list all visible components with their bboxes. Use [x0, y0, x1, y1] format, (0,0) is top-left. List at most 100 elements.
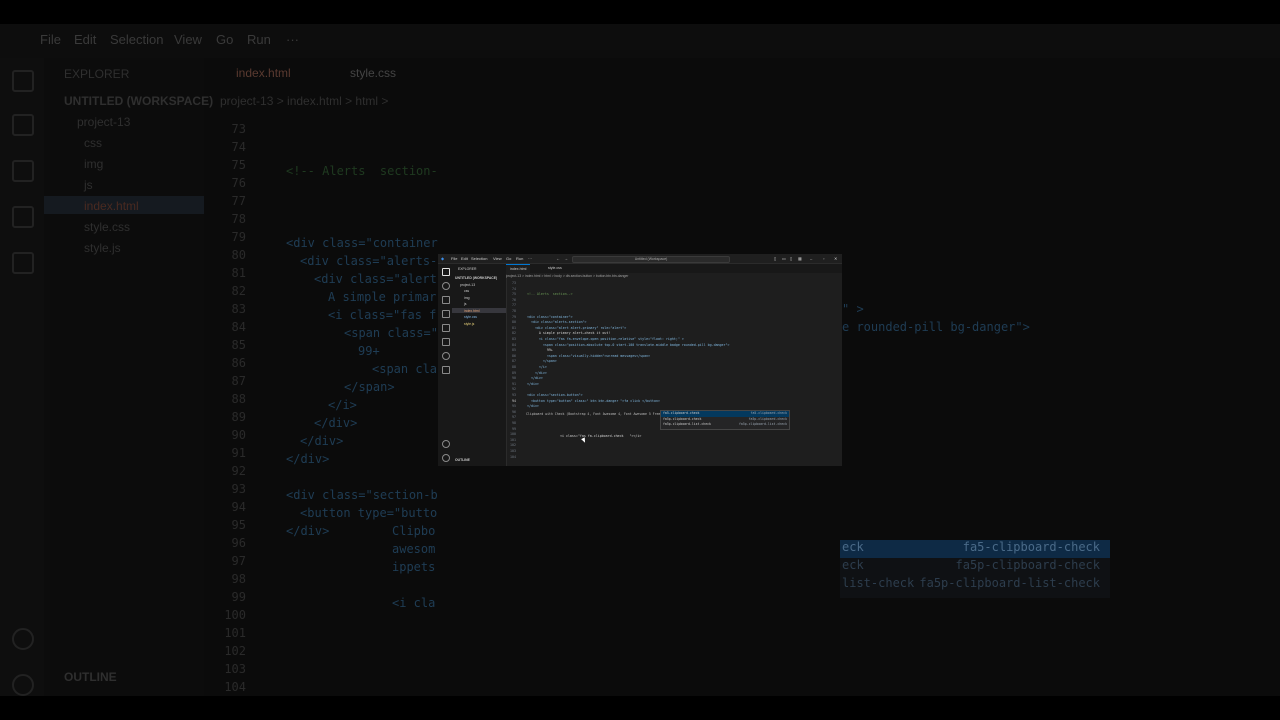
bg-code-fragment: <span class=" [344, 326, 438, 340]
breadcrumb[interactable]: project-13 > index.html > html > body > … [506, 274, 628, 280]
run-debug-icon [12, 206, 34, 228]
bg-code-fragment: ippets [392, 560, 436, 574]
bg-menu-selection: Selection [110, 32, 164, 47]
vscode-logo-icon: ◆ [441, 256, 445, 261]
bg-line-number: 97 [231, 554, 246, 568]
bg-suggestion: eck fa5p-clipboard-check [842, 558, 1100, 572]
layout-panel-icon[interactable]: ▭ [782, 256, 786, 261]
code-line: </div> [527, 404, 539, 409]
autocomplete-item[interactable]: fa5p-clipboard-list-check fa5p-clipboard-… [661, 422, 789, 428]
bg-code-fragment: <i cla [392, 596, 436, 610]
line-number: 93 [512, 393, 516, 397]
source-control-icon [12, 160, 34, 182]
bg-tree-item: project-13 [77, 115, 131, 129]
bg-line-number: 96 [231, 536, 246, 550]
remote-explorer-icon[interactable] [442, 338, 450, 346]
bg-line-number: 85 [231, 338, 246, 352]
bg-code-right: e rounded-pill bg-danger"> [842, 320, 1030, 334]
bg-code-fragment: A simple primar [328, 290, 437, 304]
bg-sidebar [44, 58, 204, 696]
layout-split-icon[interactable]: ▯ [790, 256, 792, 261]
line-number: 77 [512, 303, 516, 308]
extensions-icon[interactable] [442, 324, 450, 332]
line-number: 76 [512, 297, 516, 302]
menu-view[interactable]: View [493, 256, 502, 261]
bg-code-fragment: awesom [392, 542, 436, 556]
bg-suggestion: eck fa5-clipboard-check [840, 540, 1110, 558]
line-number: 83 [512, 337, 516, 341]
outline-section[interactable]: OUTLINE [455, 458, 470, 462]
bg-tree-item: style.js [84, 241, 121, 255]
menu-go[interactable]: Go [506, 256, 511, 261]
customize-layout-icon[interactable]: ▦ [798, 256, 802, 261]
code-line: 99+ [527, 348, 553, 353]
tree-folder-project[interactable]: project-13 [460, 283, 475, 287]
run-debug-icon[interactable] [442, 310, 450, 318]
bg-menu-go: Go [216, 32, 234, 47]
bg-code-fragment: </div> [300, 434, 344, 448]
line-number: 92 [512, 387, 516, 392]
settings-gear-icon[interactable] [442, 454, 450, 462]
line-number: 101 [510, 437, 516, 442]
code-line: <button type="button" class=" btn btn-da… [527, 398, 660, 403]
layout-sidebar-icon[interactable]: ▯ [774, 256, 776, 261]
bg-code-fragment: <!-- Alerts section- [286, 164, 438, 178]
menu-selection[interactable]: Selection [471, 256, 487, 261]
bg-line-number: 102 [224, 644, 246, 658]
line-number: 78 [512, 309, 516, 313]
workspace-title[interactable]: UNTITLED (WORKSPACE) [455, 276, 497, 280]
menu-edit[interactable]: Edit [461, 256, 468, 261]
bg-line-number: 98 [231, 572, 246, 586]
line-number: 80 [512, 320, 516, 325]
bg-code-fragment: <div class="alert [314, 272, 437, 286]
files-icon[interactable] [442, 268, 450, 276]
line-number: 104 [510, 454, 516, 459]
tree-file-style-css[interactable]: style.css [464, 315, 477, 319]
code-line: </div> [527, 381, 539, 386]
line-number: 91 [512, 381, 516, 386]
menu-file[interactable]: File [451, 256, 457, 261]
tree-folder-js[interactable]: js [464, 302, 466, 306]
bg-line-number: 77 [231, 194, 246, 208]
tree-file-index[interactable]: index.html [464, 309, 479, 313]
bg-menu-run: Run [247, 32, 271, 47]
menu-run[interactable]: Run [516, 256, 523, 261]
docker-icon[interactable] [442, 366, 450, 374]
line-number: 90 [512, 376, 516, 381]
code-line: </div> [527, 376, 543, 381]
tree-file-style-js[interactable]: style.js [464, 322, 474, 326]
suggestion-detail: Clipboard with Check (Bootstrap 4, Font … [526, 412, 693, 416]
line-number: 73 [512, 281, 516, 285]
forward-arrow-icon[interactable]: → [564, 256, 568, 261]
bg-explorer-title: EXPLORER [64, 67, 130, 81]
line-number: 87 [512, 359, 516, 364]
bg-line-number: 78 [231, 212, 246, 226]
tab-style-css[interactable]: style.css [544, 264, 566, 273]
autocomplete-list[interactable]: fa5-clipboard-check fa5-clipboard-check f… [660, 410, 790, 430]
bg-line-number: 103 [224, 662, 246, 676]
tree-folder-css[interactable]: css [464, 289, 469, 293]
back-arrow-icon[interactable]: ← [556, 256, 560, 261]
code-line: <span class="position-absolute top-0 sta… [527, 342, 730, 347]
source-control-icon[interactable] [442, 296, 450, 304]
menu-more[interactable]: ··· [528, 256, 532, 261]
edge-icon[interactable] [442, 352, 450, 360]
minimize-icon[interactable]: – [810, 256, 812, 261]
command-center-search[interactable]: Untitled (Workspace) [572, 256, 730, 263]
bg-line-number: 95 [231, 518, 246, 532]
code-editor[interactable]: 73 74 75 <!-- Alerts section--> 76 77 78 79 <div… [506, 281, 842, 466]
tree-folder-img[interactable]: img [464, 296, 469, 300]
bg-code-fragment: <div class="section-b [286, 488, 438, 502]
search-icon[interactable] [442, 282, 450, 290]
code-line: <div class="section-button"> [527, 393, 583, 397]
tab-index-html[interactable]: index.html [506, 264, 531, 274]
maximize-icon[interactable]: ▫ [823, 256, 824, 261]
bg-line-number: 76 [231, 176, 246, 190]
account-icon[interactable] [442, 440, 450, 448]
bg-code-fragment: Clipbo [392, 524, 436, 538]
close-icon[interactable]: ✕ [834, 256, 837, 261]
bg-line-number: 91 [231, 446, 246, 460]
bg-code-fragment: </div> [286, 524, 330, 538]
bg-line-number: 73 [231, 122, 246, 136]
bg-line-number: 99 [231, 590, 246, 604]
